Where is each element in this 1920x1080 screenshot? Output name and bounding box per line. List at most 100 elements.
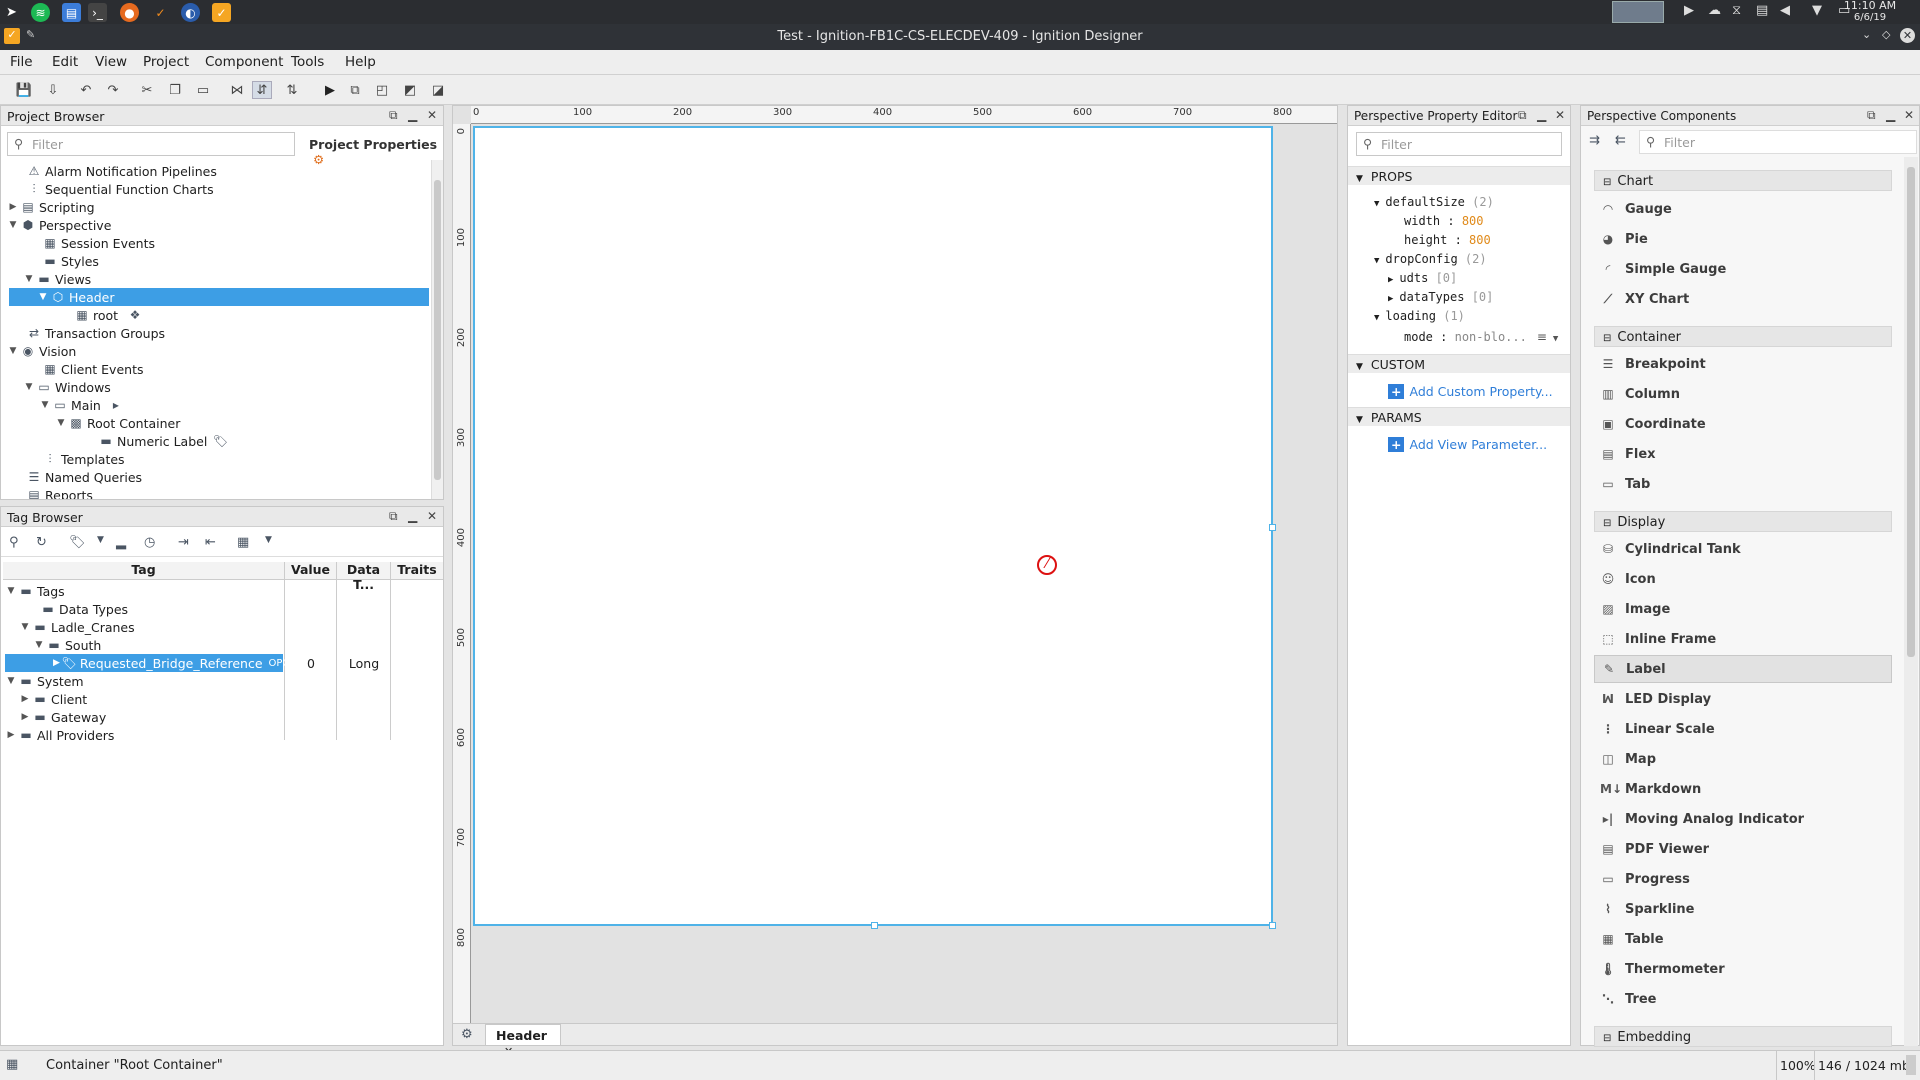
prop-loading[interactable]: ▼ loading (1) — [1374, 309, 1465, 323]
menu-edit[interactable]: Edit — [52, 54, 78, 70]
close-panel-icon[interactable]: ✕ — [427, 509, 437, 523]
collapse-icon[interactable]: ▼ — [23, 274, 35, 284]
clipboard-icon[interactable]: ▤ — [1756, 4, 1768, 17]
component-pdf-viewer[interactable]: ▤ PDF Viewer — [1600, 835, 1892, 863]
close-panel-icon[interactable]: ✕ — [427, 108, 437, 122]
firefox-icon[interactable]: ● — [120, 3, 139, 22]
minimize-panel-icon[interactable]: ▁ — [408, 509, 417, 523]
resize-handle-corner[interactable] — [1269, 922, 1276, 929]
section-params[interactable]: ▼ PARAMS — [1348, 407, 1570, 426]
snap-icon[interactable]: ⋈ — [227, 81, 247, 99]
float-icon[interactable]: ⧉ — [389, 509, 398, 524]
terminal-icon[interactable]: ›_ — [88, 3, 107, 22]
tag-row-all-providers[interactable]: ▶ ▬ All Providers — [5, 726, 115, 744]
table-view-icon[interactable]: ▦ — [237, 536, 249, 549]
component-markdown[interactable]: M↓ Markdown — [1600, 775, 1892, 803]
tag-row-ladle-cranes[interactable]: ▼ ▬ Ladle_Cranes — [19, 618, 135, 636]
tab-header[interactable]: Header ✕ — [485, 1024, 561, 1058]
float-icon[interactable]: ⧉ — [1867, 108, 1876, 123]
tree-item-session-events[interactable]: ▦ Session Events — [29, 234, 155, 252]
prop-default-size[interactable]: ▼ defaultSize (2) — [1374, 195, 1494, 209]
component-linear-scale[interactable]: ⋮ Linear Scale — [1600, 715, 1892, 743]
spotify-icon[interactable]: ≋ — [31, 3, 50, 22]
copy-icon[interactable]: ❐ — [165, 81, 185, 99]
cloud-icon[interactable]: ☁ — [1708, 4, 1721, 17]
distribute-icon[interactable]: ⇅ — [282, 81, 302, 99]
collapse-icon[interactable]: ▼ — [7, 220, 19, 230]
category-container[interactable]: ⊟ Container — [1594, 326, 1892, 347]
prop-height[interactable]: height : 800 — [1404, 233, 1491, 247]
tree-item-header-view[interactable]: ▼ ⬡ Header — [9, 288, 429, 306]
tag-row-data-types[interactable]: ▬ Data Types — [27, 600, 128, 618]
undo-icon[interactable]: ↶ — [76, 81, 96, 99]
tree-item-views[interactable]: ▼ ▬ Views — [23, 270, 92, 288]
collapse-icon[interactable]: ▼ — [55, 418, 67, 428]
section-custom[interactable]: ▼ CUSTOM — [1348, 354, 1570, 373]
components-filter-input[interactable]: ⚲ Filter — [1639, 130, 1917, 154]
tree-item-styles[interactable]: ▬ Styles — [29, 252, 99, 270]
menu-file[interactable]: File — [10, 54, 33, 70]
component-simple-gauge[interactable]: ◜ Simple Gauge — [1600, 255, 1892, 283]
components-scrollbar[interactable] — [1904, 157, 1918, 1046]
component-icon[interactable]: ☺ Icon — [1600, 565, 1892, 593]
tag-row-gateway[interactable]: ▶ ▬ Gateway — [19, 708, 107, 726]
app-icon[interactable]: ◐ — [181, 3, 200, 22]
project-filter-input[interactable]: ⚲ Filter — [7, 132, 295, 156]
add-custom-property-button[interactable]: + Add Custom Property... — [1388, 384, 1553, 399]
expand-icon[interactable]: ▶ — [19, 712, 31, 722]
close-panel-icon[interactable]: ✕ — [1904, 108, 1914, 122]
category-display[interactable]: ⊟ Display — [1594, 511, 1892, 532]
section-props[interactable]: ▼ PROPS — [1348, 166, 1570, 185]
component-tree[interactable]: ⋱ Tree — [1600, 985, 1892, 1013]
tree-item-scripting[interactable]: ▶ ▤ Scripting — [7, 198, 95, 216]
category-chart[interactable]: ⊟ Chart — [1594, 170, 1892, 191]
tree-item-root-container[interactable]: ▼ ▩ Root Container — [55, 414, 181, 432]
component-led-display[interactable]: ꟽ LED Display — [1600, 685, 1892, 713]
component-xy-chart[interactable]: ⟋ XY Chart — [1600, 285, 1892, 313]
prop-width-value[interactable]: 800 — [1462, 214, 1484, 228]
tree-item-reports[interactable]: ▤ Reports — [13, 486, 93, 500]
component-pie[interactable]: ◕ Pie — [1600, 225, 1892, 253]
component-progress[interactable]: ▭ Progress — [1600, 865, 1892, 893]
tag-row-requested-bridge-reference[interactable]: ▶ 🏷 Requested_Bridge_Reference OPC — [5, 654, 289, 672]
component-inline-frame[interactable]: ⬚ Inline Frame — [1600, 625, 1892, 653]
tree-item-named-queries[interactable]: ☰ Named Queries — [13, 468, 142, 486]
dropdown-arrow-icon[interactable]: ▼ — [265, 536, 272, 545]
component-sparkline[interactable]: ⌇ Sparkline — [1600, 895, 1892, 923]
tree-item-templates[interactable]: ⫶ Templates — [29, 450, 124, 468]
media-icon[interactable]: ▶ — [1684, 4, 1694, 17]
tag-row-client[interactable]: ▶ ▬ Client — [19, 690, 88, 708]
send-back-icon[interactable]: ◪ — [428, 81, 448, 99]
component-column[interactable]: ▥ Column — [1600, 380, 1892, 408]
minimize-panel-icon[interactable]: ▁ — [1886, 108, 1895, 122]
mode-list-icon[interactable]: ≡ — [1537, 330, 1547, 344]
prop-mode[interactable]: mode : non-blo... ≡ ▼ — [1404, 330, 1558, 344]
ignition-launcher-icon[interactable]: ✓ — [151, 3, 170, 22]
wifi-icon[interactable]: ▼ — [1812, 4, 1822, 17]
component-breakpoint[interactable]: ☰ Breakpoint — [1600, 350, 1892, 378]
volume-icon[interactable]: ◀ — [1780, 4, 1790, 17]
tag-row-tags[interactable]: ▼ ▬ Tags — [5, 582, 65, 600]
component-thermometer[interactable]: 🌡 Thermometer — [1600, 955, 1892, 983]
dropdown-arrow-icon[interactable]: ▼ — [97, 536, 104, 545]
menu-view[interactable]: View — [95, 54, 127, 70]
prop-height-value[interactable]: 800 — [1469, 233, 1491, 247]
component-tab[interactable]: ▭ Tab — [1600, 470, 1892, 498]
app-launcher-icon[interactable]: ➤ — [2, 3, 21, 22]
component-image[interactable]: ▨ Image — [1600, 595, 1892, 623]
layer-icon[interactable]: ◰ — [372, 81, 392, 99]
column-header-traits[interactable]: Traits — [391, 562, 443, 580]
grid-icon[interactable]: ▦ — [6, 1058, 18, 1071]
component-map[interactable]: ◫ Map — [1600, 745, 1892, 773]
import-icon[interactable]: ⇥ — [178, 536, 189, 549]
add-tag-icon[interactable]: 🏷 — [69, 536, 86, 549]
mode-dropdown-icon[interactable]: ▼ — [1553, 334, 1558, 344]
menu-help[interactable]: Help — [345, 54, 376, 70]
file-manager-icon[interactable]: ▤ — [62, 3, 81, 22]
column-header-datatype[interactable]: Data T... — [337, 562, 391, 592]
menu-project[interactable]: Project — [143, 54, 189, 70]
collapse-icon[interactable]: ▼ — [7, 346, 19, 356]
align-icon[interactable]: ⇵ — [252, 81, 272, 99]
collapse-icon[interactable]: ▼ — [5, 676, 17, 686]
component-moving-analog-indicator[interactable]: ▸| Moving Analog Indicator — [1600, 805, 1892, 833]
